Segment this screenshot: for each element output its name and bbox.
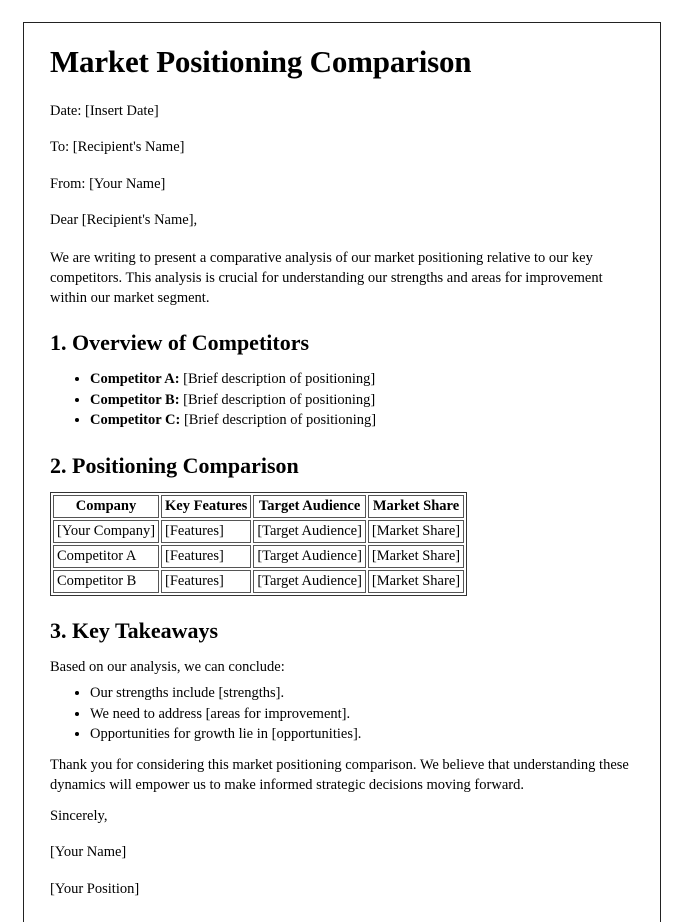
signature-name: [Your Name] [50,844,127,861]
column-header-company: Company [53,495,160,519]
competitor-label: Competitor A: [90,371,180,388]
cell-key-features: [Features] [161,520,252,543]
table-row: [Your Company] [Features] [Target Audien… [53,520,465,543]
takeaways-list: Our strengths include [strengths]. We ne… [50,683,632,745]
table-row: Competitor A [Features] [Target Audience… [53,544,465,568]
document-page: Market Positioning Comparison Date: [Ins… [23,22,661,922]
cell-target-audience: [Target Audience] [253,544,366,568]
table-body: [Your Company] [Features] [Target Audien… [53,520,465,593]
cell-key-features: [Features] [161,569,252,593]
closing-paragraph: Thank you for considering this market po… [50,756,629,793]
competitor-label: Competitor B: [90,391,180,408]
cell-company: Competitor A [53,544,160,568]
positioning-comparison-table: Company Key Features Target Audience Mar… [50,492,468,596]
intro-paragraph: We are writing to present a comparative … [50,249,603,306]
page-title: Market Positioning Comparison [50,44,472,79]
column-header-target-audience: Target Audience [253,495,366,519]
cell-key-features: [Features] [161,544,252,568]
cell-company: [Your Company] [53,520,160,543]
document-body: Market Positioning Comparison Date: [Ins… [24,23,660,899]
meta-line-from: From: [Your Name] [50,175,166,192]
table-header-row: Company Key Features Target Audience Mar… [53,495,465,519]
takeaways-lead-in: Based on our analysis, we can conclude: [50,658,285,675]
cell-target-audience: [Target Audience] [253,520,366,543]
cell-market-share: [Market Share] [367,544,465,568]
list-item: Competitor C: [Brief description of posi… [90,410,632,431]
section-heading-positioning: 2. Positioning Comparison [50,453,299,478]
list-item: We need to address [areas for improvemen… [90,704,632,725]
column-header-market-share: Market Share [367,495,465,519]
competitor-description: [Brief description of positioning] [183,391,376,408]
signature-position: [Your Position] [50,880,140,897]
cell-market-share: [Market Share] [367,520,465,543]
competitor-description: [Brief description of positioning] [183,412,377,429]
section-heading-overview: 1. Overview of Competitors [50,329,310,355]
list-item: Competitor A: [Brief description of posi… [90,369,632,390]
meta-line-date: Date: [Insert Date] [50,102,159,119]
table-row: Competitor B [Features] [Target Audience… [53,569,465,593]
cell-company: Competitor B [53,569,160,593]
cell-market-share: [Market Share] [367,569,465,593]
salutation: Dear [Recipient's Name], [50,212,198,229]
table-head: Company Key Features Target Audience Mar… [53,495,465,519]
column-header-key-features: Key Features [161,495,252,519]
list-item: Our strengths include [strengths]. [90,683,632,704]
list-item: Opportunities for growth lie in [opportu… [90,724,632,745]
competitor-label: Competitor C: [90,412,181,429]
signoff: Sincerely, [50,807,108,824]
competitor-description: [Brief description of positioning] [183,371,376,388]
meta-line-to: To: [Recipient's Name] [50,139,185,156]
list-item: Competitor B: [Brief description of posi… [90,390,632,411]
cell-target-audience: [Target Audience] [253,569,366,593]
competitor-list: Competitor A: [Brief description of posi… [50,369,632,431]
section-heading-takeaways: 3. Key Takeaways [50,617,219,643]
